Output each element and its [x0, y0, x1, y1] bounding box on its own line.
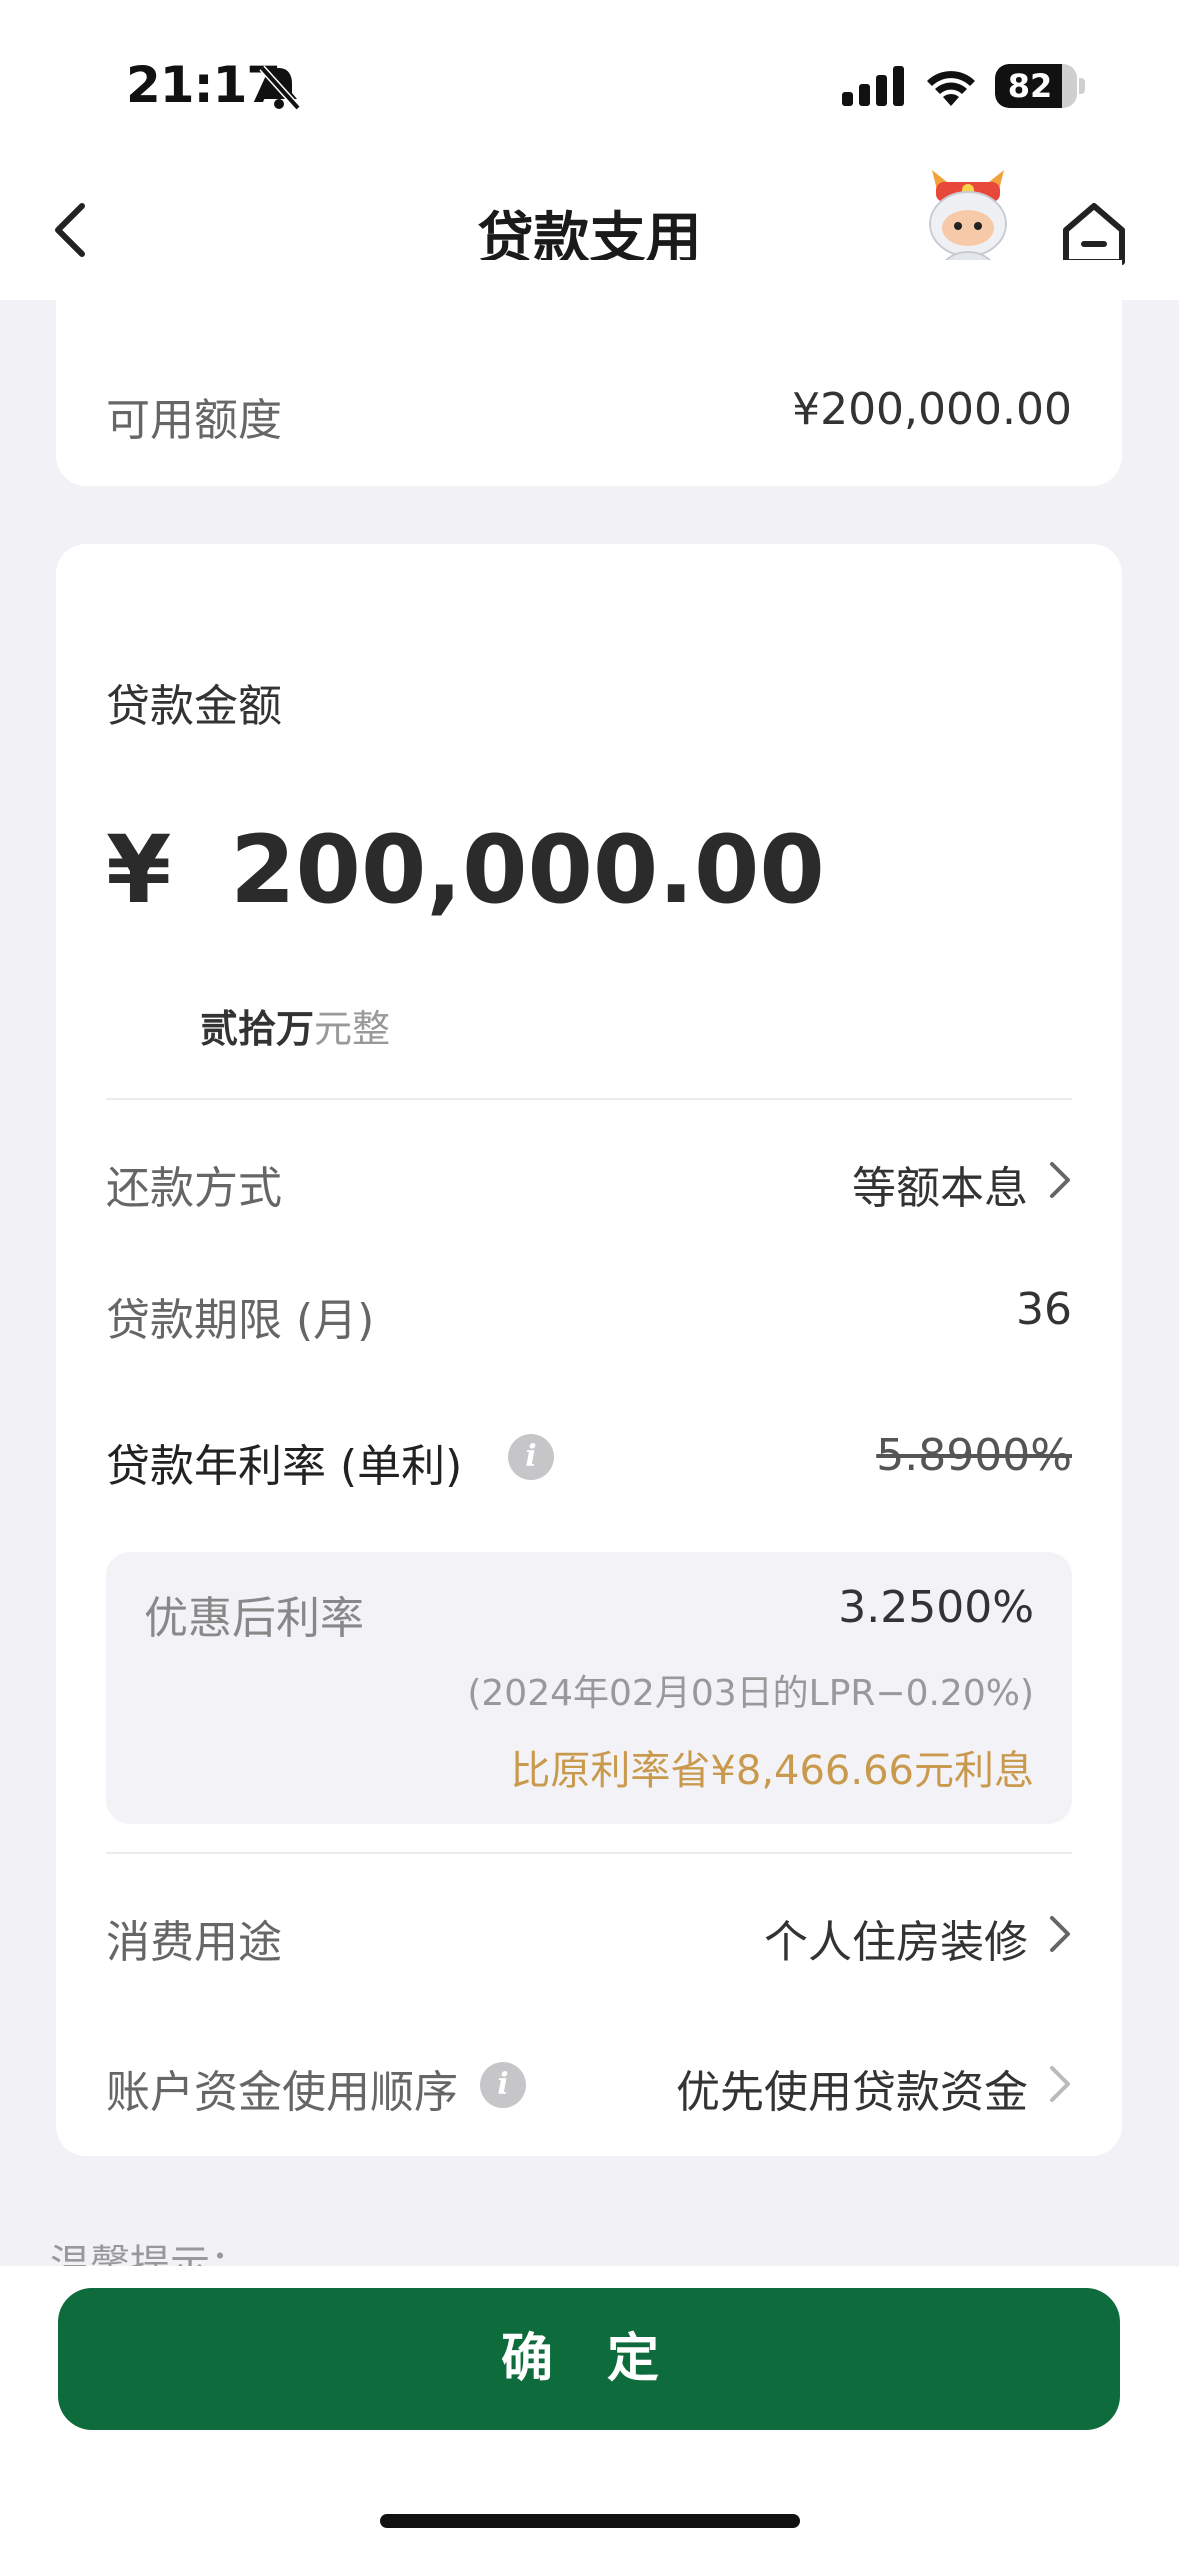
repayment-method-value: 等额本息	[852, 1163, 1028, 1214]
discount-rate-label: 优惠后利率	[144, 1593, 364, 1644]
loan-purpose-value: 个人住房装修	[764, 1917, 1028, 1968]
fund-order-label: 账户资金使用顺序	[106, 2067, 458, 2118]
currency-symbol: ¥	[106, 816, 172, 925]
repayment-method-label: 还款方式	[106, 1163, 282, 1214]
divider	[106, 1098, 1072, 1100]
wifi-icon	[927, 71, 975, 106]
amount-words-bold: 贰拾万	[200, 1007, 315, 1051]
repayment-method-row[interactable]: 还款方式 等额本息	[56, 1134, 1122, 1224]
bell-off-icon	[259, 65, 301, 111]
available-amount-value: ¥200,000.00	[792, 384, 1072, 435]
discount-rate-value: 3.2500%	[838, 1582, 1034, 1633]
discount-rate-box: 优惠后利率 3.2500% (2024年02月03日的LPR−0.20%) 比原…	[106, 1552, 1072, 1824]
loan-amount-value: 200,000.00	[230, 816, 825, 925]
fund-order-value: 优先使用贷款资金	[676, 2067, 1028, 2118]
original-rate-value: 5.8900%	[876, 1430, 1072, 1481]
annual-rate-label: 贷款年利率 (单利)	[106, 1441, 463, 1492]
loan-purpose-row[interactable]: 消费用途 个人住房装修	[56, 1888, 1122, 1978]
loan-term-label: 贷款期限 (月)	[106, 1295, 375, 1346]
loan-amount-label: 贷款金额	[106, 681, 282, 732]
loan-term-value: 36	[1016, 1284, 1072, 1335]
interest-savings: 比原利率省¥8,466.66元利息	[510, 1748, 1034, 1794]
loan-purpose-label: 消费用途	[106, 1917, 282, 1968]
available-amount-label: 可用额度	[106, 395, 282, 446]
home-indicator[interactable]	[380, 2514, 800, 2528]
home-icon[interactable]	[1058, 200, 1130, 268]
status-bar: 21:17 82	[0, 0, 1179, 150]
lpr-note: (2024年02月03日的LPR−0.20%)	[467, 1673, 1034, 1714]
chevron-right-icon	[1050, 2066, 1070, 2102]
loan-amount-field[interactable]: ¥ 200,000.00	[106, 816, 1072, 946]
info-icon[interactable]: i	[480, 2062, 526, 2108]
fund-order-row[interactable]: 账户资金使用顺序 i 优先使用贷款资金	[56, 2038, 1122, 2128]
bottom-action-area: 确 定	[0, 2266, 1179, 2556]
loan-details-card: 贷款金额 ¥ 200,000.00 贰拾万元整 还款方式 等额本息 贷款期限 (…	[56, 544, 1122, 2156]
chevron-right-icon	[1050, 1916, 1070, 1952]
amount-in-words: 贰拾万元整	[200, 998, 390, 1053]
battery-tip	[1079, 78, 1085, 94]
chevron-right-icon	[1050, 1162, 1070, 1198]
battery-icon: 82	[995, 64, 1077, 108]
info-icon[interactable]: i	[508, 1434, 554, 1480]
signal-icon	[842, 66, 904, 106]
battery-level: 82	[1007, 67, 1053, 105]
available-amount-card: 可用额度 ¥200,000.00	[56, 260, 1122, 486]
amount-words-suffix: 元整	[314, 1007, 391, 1051]
confirm-button[interactable]: 确 定	[58, 2288, 1120, 2430]
divider	[106, 1852, 1072, 1854]
